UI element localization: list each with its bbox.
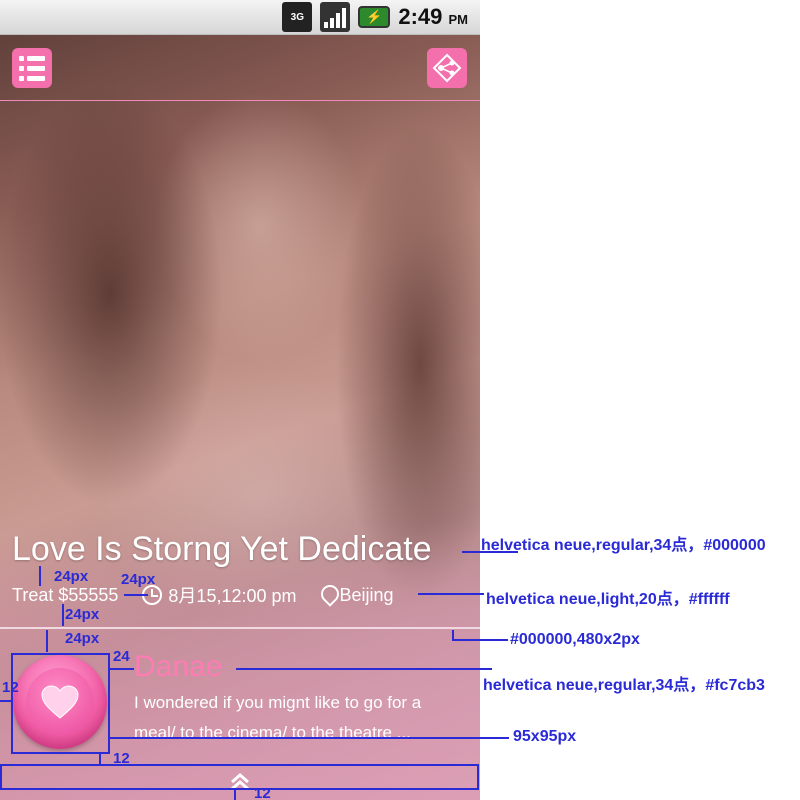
menu-icon: [19, 55, 45, 81]
annotation-gap: 24px: [121, 571, 156, 588]
share-button[interactable]: [427, 48, 467, 88]
annotation-gap: 24px: [54, 568, 89, 585]
annotation-gap: 24px: [65, 630, 100, 647]
annotation-leader: [124, 594, 148, 596]
annotation-name-spec: helvetica neue,regular,34点，#fc7cb3: [483, 677, 765, 694]
status-bar: 3G ⚡ 2:49 PM: [0, 0, 480, 35]
section-divider: [0, 627, 480, 629]
post-location: Beijing: [339, 584, 394, 605]
menu-button[interactable]: [12, 48, 52, 88]
annotation-leader: [109, 668, 134, 670]
annotation-leader: [418, 593, 484, 595]
battery-icon: ⚡: [358, 6, 391, 28]
annotation-gap: 12: [2, 679, 19, 696]
treat-amount: Treat $55555: [12, 584, 119, 605]
post-title: Love Is Storng Yet Dedicate: [12, 530, 432, 568]
post-meta: Treat $55555 8月15,12:00 pm Beijing: [12, 582, 472, 608]
stage: 3G ⚡ 2:49 PM Love Is Storng Yet Dedicate…: [0, 0, 800, 800]
annotation-leader: [0, 700, 11, 702]
annotation-leader: [234, 790, 236, 800]
annotation-title-spec: helvetica neue,regular,34点，#000000: [481, 537, 766, 554]
annotation-leader: [39, 566, 41, 586]
signal-icon: [320, 2, 351, 32]
annotation-avatar-box: [11, 653, 110, 754]
annotation-avatar-spec: 95x95px: [513, 728, 577, 745]
top-bar: [0, 35, 480, 101]
annotation-leader: [109, 737, 509, 739]
annotation-leader: [99, 754, 101, 764]
annotation-leader: [452, 639, 508, 641]
location-pin-icon: [321, 585, 335, 605]
message-text: I wondered if you mignt like to go for a…: [134, 693, 422, 742]
network-3g-icon: 3G: [282, 2, 313, 32]
annotation-bottom-bar-box: [0, 764, 479, 790]
annotation-gap: 12: [254, 785, 271, 800]
annotation-gap: 24px: [65, 606, 100, 623]
status-time: 2:49 PM: [398, 4, 468, 29]
annotation-gap: 24: [113, 648, 130, 665]
sender-name: Danae: [134, 650, 223, 683]
annotation-divider-spec: #000000,480x2px: [510, 631, 640, 648]
annotation-meta-spec: helvetica neue,light,20点，#ffffff: [486, 591, 730, 608]
share-icon: [432, 53, 462, 83]
annotation-leader: [46, 630, 48, 652]
annotation-leader: [62, 604, 64, 626]
annotation-leader: [236, 668, 492, 670]
post-datetime: 8月15,12:00 pm: [168, 586, 297, 606]
